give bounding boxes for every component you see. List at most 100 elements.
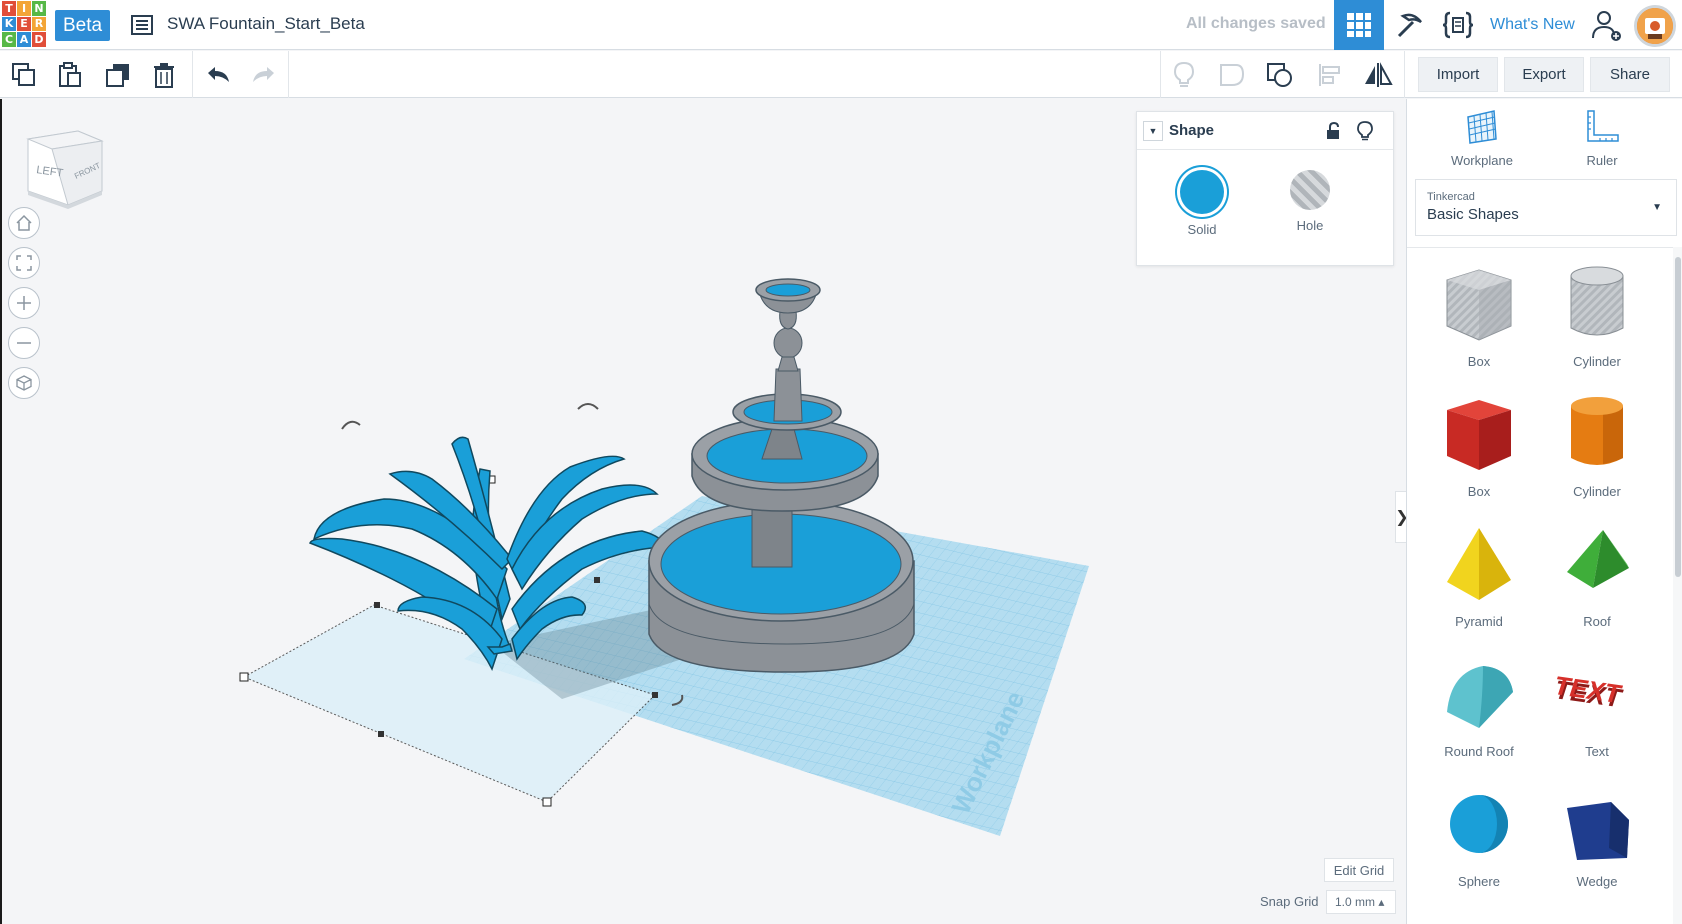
invite-user-button[interactable] (1582, 0, 1630, 50)
resize-handle[interactable] (542, 797, 552, 807)
collapse-panel-button[interactable]: ▼ (1143, 121, 1163, 141)
ungroup-button[interactable] (1262, 57, 1298, 93)
unlock-icon[interactable] (1325, 122, 1341, 140)
solid-swatch[interactable] (1180, 170, 1224, 214)
lightbulb-icon (1173, 61, 1195, 87)
export-button[interactable]: Export (1504, 57, 1584, 92)
resize-handle[interactable] (374, 602, 380, 608)
logo-letter: E (17, 16, 31, 32)
codeblocks-button[interactable] (1434, 0, 1482, 50)
mirror-icon (1365, 62, 1393, 87)
fountain-object[interactable] (648, 278, 915, 673)
shape-inspector-panel: ▼ Shape Solid Hole (1136, 111, 1394, 266)
ungroup-icon (1267, 63, 1292, 87)
workplane-tool-label: Workplane (1451, 153, 1513, 168)
resize-handle[interactable] (594, 577, 600, 583)
grid-icon (1347, 13, 1371, 37)
shape-wedge[interactable]: Wedge (1537, 778, 1657, 889)
show-all-button[interactable] (1166, 57, 1202, 93)
snap-grid-select[interactable]: 1.0 mm ▴ (1326, 890, 1396, 914)
document-title[interactable]: SWA Fountain_Start_Beta (167, 14, 365, 34)
resize-handle[interactable] (239, 672, 249, 682)
edit-grid-button[interactable]: Edit Grid (1324, 858, 1394, 882)
undo-icon (208, 67, 229, 82)
delete-button[interactable] (146, 57, 182, 93)
shape-panel-title: Shape (1169, 122, 1215, 139)
shape-cylinder[interactable]: Cylinder (1537, 388, 1657, 499)
shape-box[interactable]: Box (1419, 388, 1539, 499)
save-status: All changes saved (1186, 15, 1326, 32)
redo-button[interactable] (246, 57, 282, 93)
resize-handle[interactable] (652, 692, 658, 698)
shape-cylinder-hole[interactable]: Cylinder (1537, 258, 1657, 369)
toolbar-divider (1404, 51, 1405, 98)
pickaxe-icon (1397, 13, 1422, 38)
trash-icon (154, 63, 174, 88)
3d-view-button[interactable] (1334, 0, 1384, 50)
toolbar-divider (1160, 51, 1161, 98)
pyramid-icon (1447, 528, 1511, 600)
align-button[interactable] (1312, 57, 1348, 93)
hole-option[interactable]: Hole (1280, 170, 1340, 233)
hole-label: Hole (1296, 218, 1324, 233)
mirror-button[interactable] (1360, 57, 1396, 93)
copy-button[interactable] (6, 57, 42, 93)
shape-label: Wedge (1576, 874, 1618, 889)
hole-swatch[interactable] (1290, 170, 1330, 210)
cylinder-icon (1571, 397, 1623, 465)
shape-pyramid[interactable]: Pyramid (1419, 518, 1539, 629)
add-user-icon (1592, 11, 1621, 41)
redo-icon (253, 67, 274, 82)
beta-badge[interactable]: Beta (55, 10, 110, 41)
shape-label: Sphere (1458, 874, 1500, 889)
toolbar-divider (192, 51, 193, 98)
shape-label: Box (1467, 484, 1491, 499)
shape-roof[interactable]: Roof (1537, 518, 1657, 629)
shapes-scrollbar[interactable] (1673, 247, 1682, 924)
user-avatar[interactable] (1634, 5, 1676, 47)
toolbar-divider (288, 51, 289, 98)
3d-workspace[interactable]: LEFT FRONT Workplane ▼ Shape Solid Hole … (0, 99, 1406, 924)
shape-label: Roof (1583, 614, 1611, 629)
scrollbar-thumb[interactable] (1675, 257, 1681, 577)
resize-handle[interactable] (378, 731, 384, 737)
tinkercad-logo[interactable]: T I N K E R C A D (2, 1, 46, 47)
rotate-handle[interactable] (341, 420, 361, 430)
logo-letter: T (2, 1, 16, 16)
ruler-tool-label: Ruler (1586, 153, 1618, 168)
shape-text[interactable]: TEXT TEXT Text (1537, 648, 1657, 759)
duplicate-icon (106, 64, 129, 87)
ruler-tool[interactable]: Ruler (1557, 109, 1647, 168)
duplicate-button[interactable] (100, 57, 136, 93)
shape-sphere[interactable]: Sphere (1419, 778, 1539, 889)
cylinder-hole-icon (1570, 266, 1624, 336)
solid-label: Solid (1187, 222, 1217, 237)
paste-button[interactable] (52, 57, 88, 93)
code-braces-icon (1442, 11, 1474, 39)
shape-round-roof[interactable]: Round Roof (1419, 648, 1539, 759)
solid-option[interactable]: Solid (1172, 170, 1232, 237)
text-shape-icon: TEXT TEXT (1557, 671, 1626, 713)
logo-letter: R (32, 16, 46, 32)
sidebar-toggle-button[interactable]: ❯ (1395, 491, 1406, 543)
rotate-handle[interactable] (577, 403, 599, 410)
logo-letter: C (2, 32, 16, 47)
box-hole-icon (1446, 269, 1512, 341)
lightbulb-icon[interactable] (1357, 121, 1373, 141)
shape-library-select[interactable]: Tinkercad Basic Shapes ▼ (1415, 179, 1677, 236)
group-button[interactable] (1214, 57, 1250, 93)
shape-box-hole[interactable]: Box (1419, 258, 1539, 369)
library-provider: Tinkercad (1427, 191, 1475, 203)
edit-toolbar: Import Export Share (0, 51, 1682, 98)
logo-letter: N (32, 1, 46, 16)
share-button[interactable]: Share (1590, 57, 1670, 92)
design-list-icon[interactable] (130, 13, 154, 37)
shapes-sidebar: Workplane Ruler Tinkercad Basic Shapes ▼… (1406, 99, 1682, 924)
import-button[interactable]: Import (1418, 57, 1498, 92)
workplane-tool[interactable]: Workplane (1437, 109, 1527, 168)
blocks-button[interactable] (1386, 0, 1434, 50)
undo-button[interactable] (200, 57, 236, 93)
whats-new-link[interactable]: What's New (1490, 16, 1575, 34)
shapes-grid: Box Cylinder Box Cylinder Pyramid Roof R… (1407, 247, 1673, 924)
library-name: Basic Shapes (1427, 206, 1519, 223)
